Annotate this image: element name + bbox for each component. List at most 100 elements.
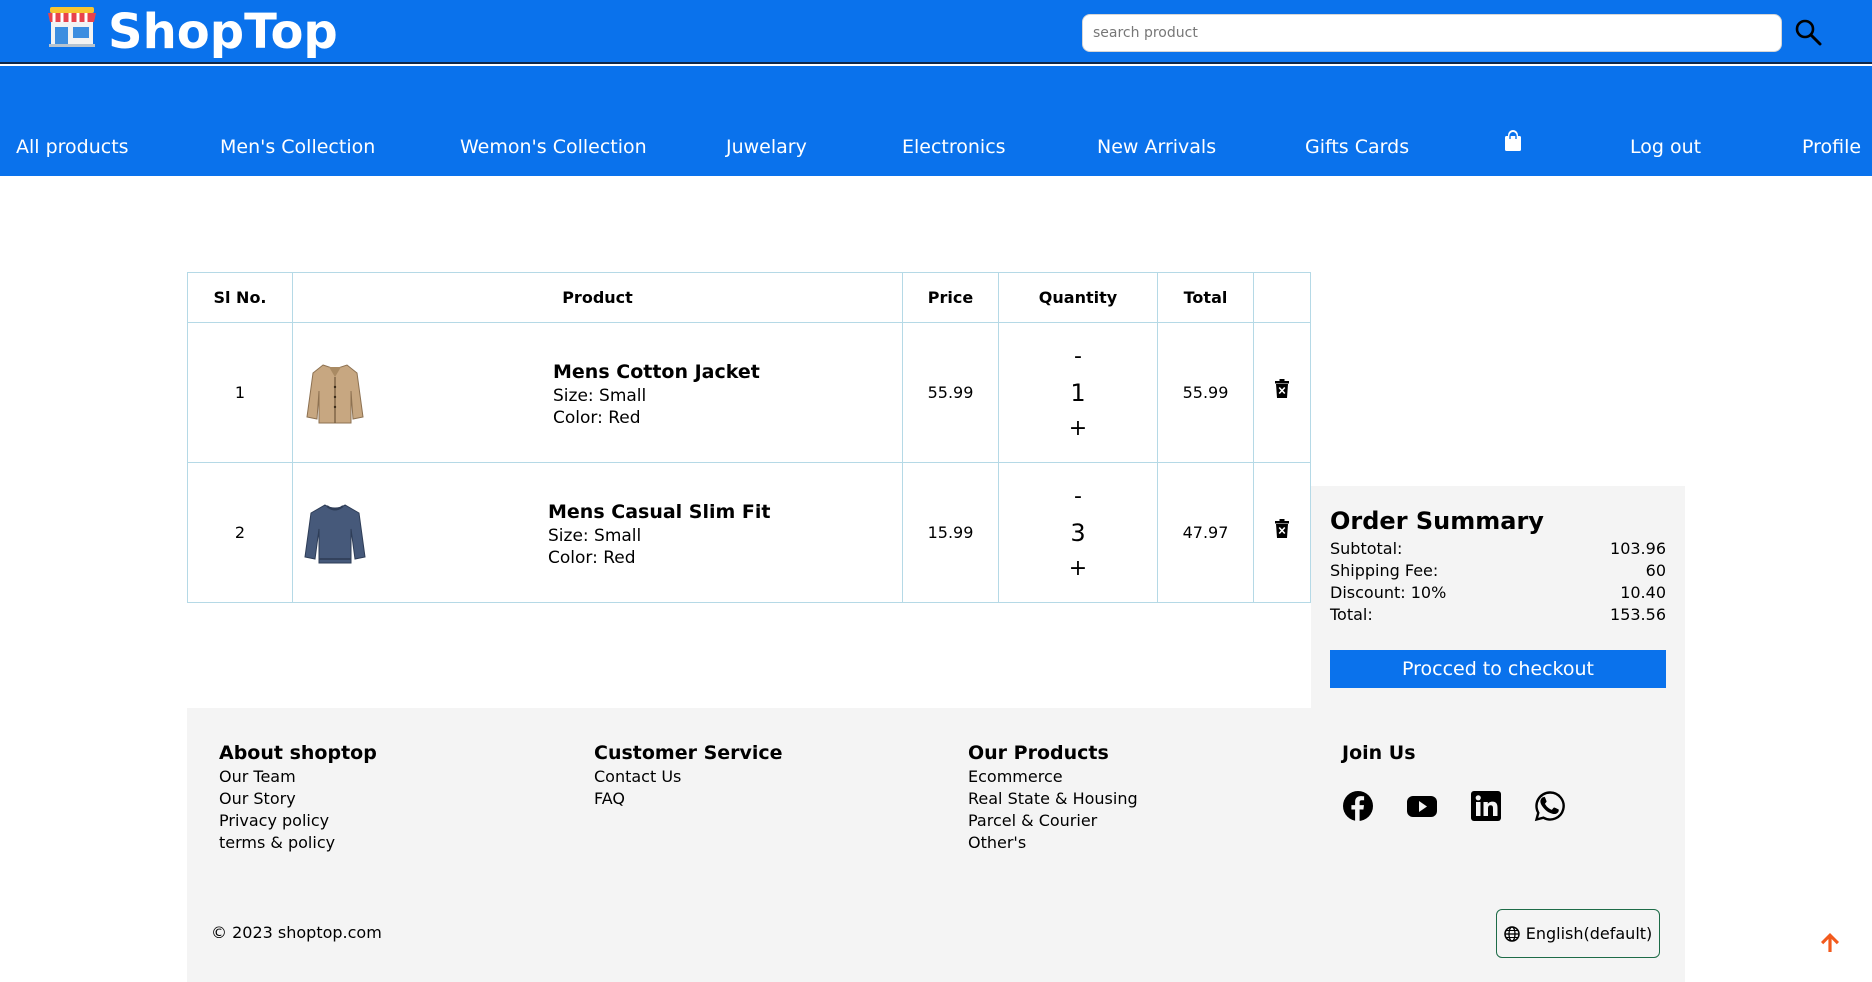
store-logo-icon[interactable] [46,5,98,47]
footer-link-terms[interactable]: terms & policy [219,832,377,854]
checkout-button[interactable]: Procced to checkout [1330,650,1666,688]
header-actions [1253,272,1311,323]
subtotal-value: 103.96 [1610,539,1666,558]
product-name: Mens Cotton Jacket [553,361,760,383]
nav-profile[interactable]: Profile [1802,134,1861,160]
footer-link-contact[interactable]: Contact Us [594,766,783,788]
footer-link-faq[interactable]: FAQ [594,788,783,810]
nav-new-arrivals[interactable]: New Arrivals [1097,134,1216,160]
header-sl-no: Sl No. [187,272,293,323]
discount-label: Discount: 10% [1330,583,1447,602]
product-size: Size: Small [553,386,647,406]
jacket-product-image[interactable] [299,357,371,429]
shipping-row: Shipping Fee: 60 [1330,560,1666,582]
footer-link-ecommerce[interactable]: Ecommerce [968,766,1138,788]
search-input[interactable] [1082,14,1782,52]
product-color: Color: Red [548,548,636,568]
nav-log-out[interactable]: Log out [1630,134,1701,160]
nav-electronics[interactable]: Electronics [902,134,1006,160]
delete-cell [1253,322,1311,463]
subtotal-label: Subtotal: [1330,539,1403,558]
footer-join: Join Us [1342,740,1416,766]
quantity-value: 3 [1070,518,1086,547]
trash-icon[interactable] [1274,518,1290,539]
footer-about-title: About shoptop [219,742,377,764]
footer-link-real-state[interactable]: Real State & Housing [968,788,1138,810]
nav-mens-collection[interactable]: Men's Collection [220,134,375,160]
copyright-text: © 2023 shoptop.com [211,923,382,942]
footer-service: Customer Service Contact Us FAQ [594,740,783,810]
facebook-icon[interactable] [1342,790,1374,822]
discount-value: 10.40 [1620,583,1666,602]
site-footer: About shoptop Our Team Our Story Privacy… [187,708,1685,982]
quantity-value: 1 [1070,378,1086,407]
total-row: Total: 153.56 [1330,604,1666,626]
increase-quantity-button[interactable]: + [1069,555,1087,583]
row-price: 15.99 [902,462,999,603]
nav-womens-collection[interactable]: Wemon's Collection [460,134,647,160]
shipping-label: Shipping Fee: [1330,561,1439,580]
header-total: Total [1157,272,1254,323]
product-cell: Mens Casual Slim Fit Size: Small Color: … [292,462,903,603]
order-summary: Order Summary Subtotal: 103.96 Shipping … [1311,486,1685,708]
top-header: ShopTop [0,0,1872,64]
shipping-value: 60 [1645,561,1666,580]
header-quantity: Quantity [998,272,1158,323]
whatsapp-icon[interactable] [1534,790,1566,822]
total-value: 153.56 [1610,605,1666,624]
arrow-up-icon[interactable] [1818,930,1842,954]
linkedin-icon[interactable] [1470,790,1502,822]
footer-link-our-story[interactable]: Our Story [219,788,377,810]
footer-service-title: Customer Service [594,742,783,764]
header-product: Product [292,272,903,323]
trash-icon[interactable] [1274,378,1290,399]
row-total: 55.99 [1157,322,1254,463]
cart-table: Sl No. Product Price Quantity Total 1 Me… [187,272,1311,603]
decrease-quantity-button[interactable]: - [1074,483,1082,511]
delete-cell [1253,462,1311,603]
globe-icon [1503,925,1520,942]
search-icon[interactable] [1794,18,1822,46]
shopping-bag-icon[interactable] [1503,130,1523,152]
footer-about: About shoptop Our Team Our Story Privacy… [219,740,377,854]
row-price: 55.99 [902,322,999,463]
order-summary-title: Order Summary [1330,507,1544,535]
row-total: 47.97 [1157,462,1254,603]
footer-link-privacy[interactable]: Privacy policy [219,810,377,832]
product-color: Color: Red [553,408,641,428]
subtotal-row: Subtotal: 103.96 [1330,538,1666,560]
product-cell: Mens Cotton Jacket Size: Small Color: Re… [292,322,903,463]
quantity-stepper: - 3 + [998,462,1158,603]
row-sl-no: 1 [187,322,293,463]
product-info: Mens Casual Slim Fit Size: Small Color: … [548,499,771,569]
increase-quantity-button[interactable]: + [1069,415,1087,443]
product-name: Mens Casual Slim Fit [548,501,771,523]
product-info: Mens Cotton Jacket Size: Small Color: Re… [553,359,760,429]
footer-join-title: Join Us [1342,742,1416,764]
table-row: 1 Mens Cotton Jacket Size: Small Color: … [187,322,1311,463]
table-row: 2 Mens Casual Slim Fit Size: Small Color… [187,462,1311,603]
footer-link-others[interactable]: Other's [968,832,1138,854]
footer-link-parcel[interactable]: Parcel & Courier [968,810,1138,832]
footer-products-title: Our Products [968,742,1109,764]
row-sl-no: 2 [187,462,293,603]
footer-link-our-team[interactable]: Our Team [219,766,377,788]
footer-products: Our Products Ecommerce Real State & Hous… [968,740,1138,854]
quantity-stepper: - 1 + [998,322,1158,463]
nav-gift-cards[interactable]: Gifts Cards [1305,134,1409,160]
language-label: English(default) [1525,924,1653,943]
total-label: Total: [1330,605,1373,624]
decrease-quantity-button[interactable]: - [1074,343,1082,371]
brand-name[interactable]: ShopTop [108,3,338,61]
sweater-product-image[interactable] [299,497,371,569]
nav-jewelry[interactable]: Juwelary [726,134,807,160]
product-size: Size: Small [548,526,642,546]
nav-all-products[interactable]: All products [16,134,129,160]
main-nav: All products Men's Collection Wemon's Co… [0,66,1872,176]
discount-row: Discount: 10% 10.40 [1330,582,1666,604]
cart-header-row: Sl No. Product Price Quantity Total [187,272,1311,323]
social-links [1342,790,1566,822]
language-selector[interactable]: English(default) [1496,909,1660,958]
header-price: Price [902,272,999,323]
youtube-icon[interactable] [1406,790,1438,822]
